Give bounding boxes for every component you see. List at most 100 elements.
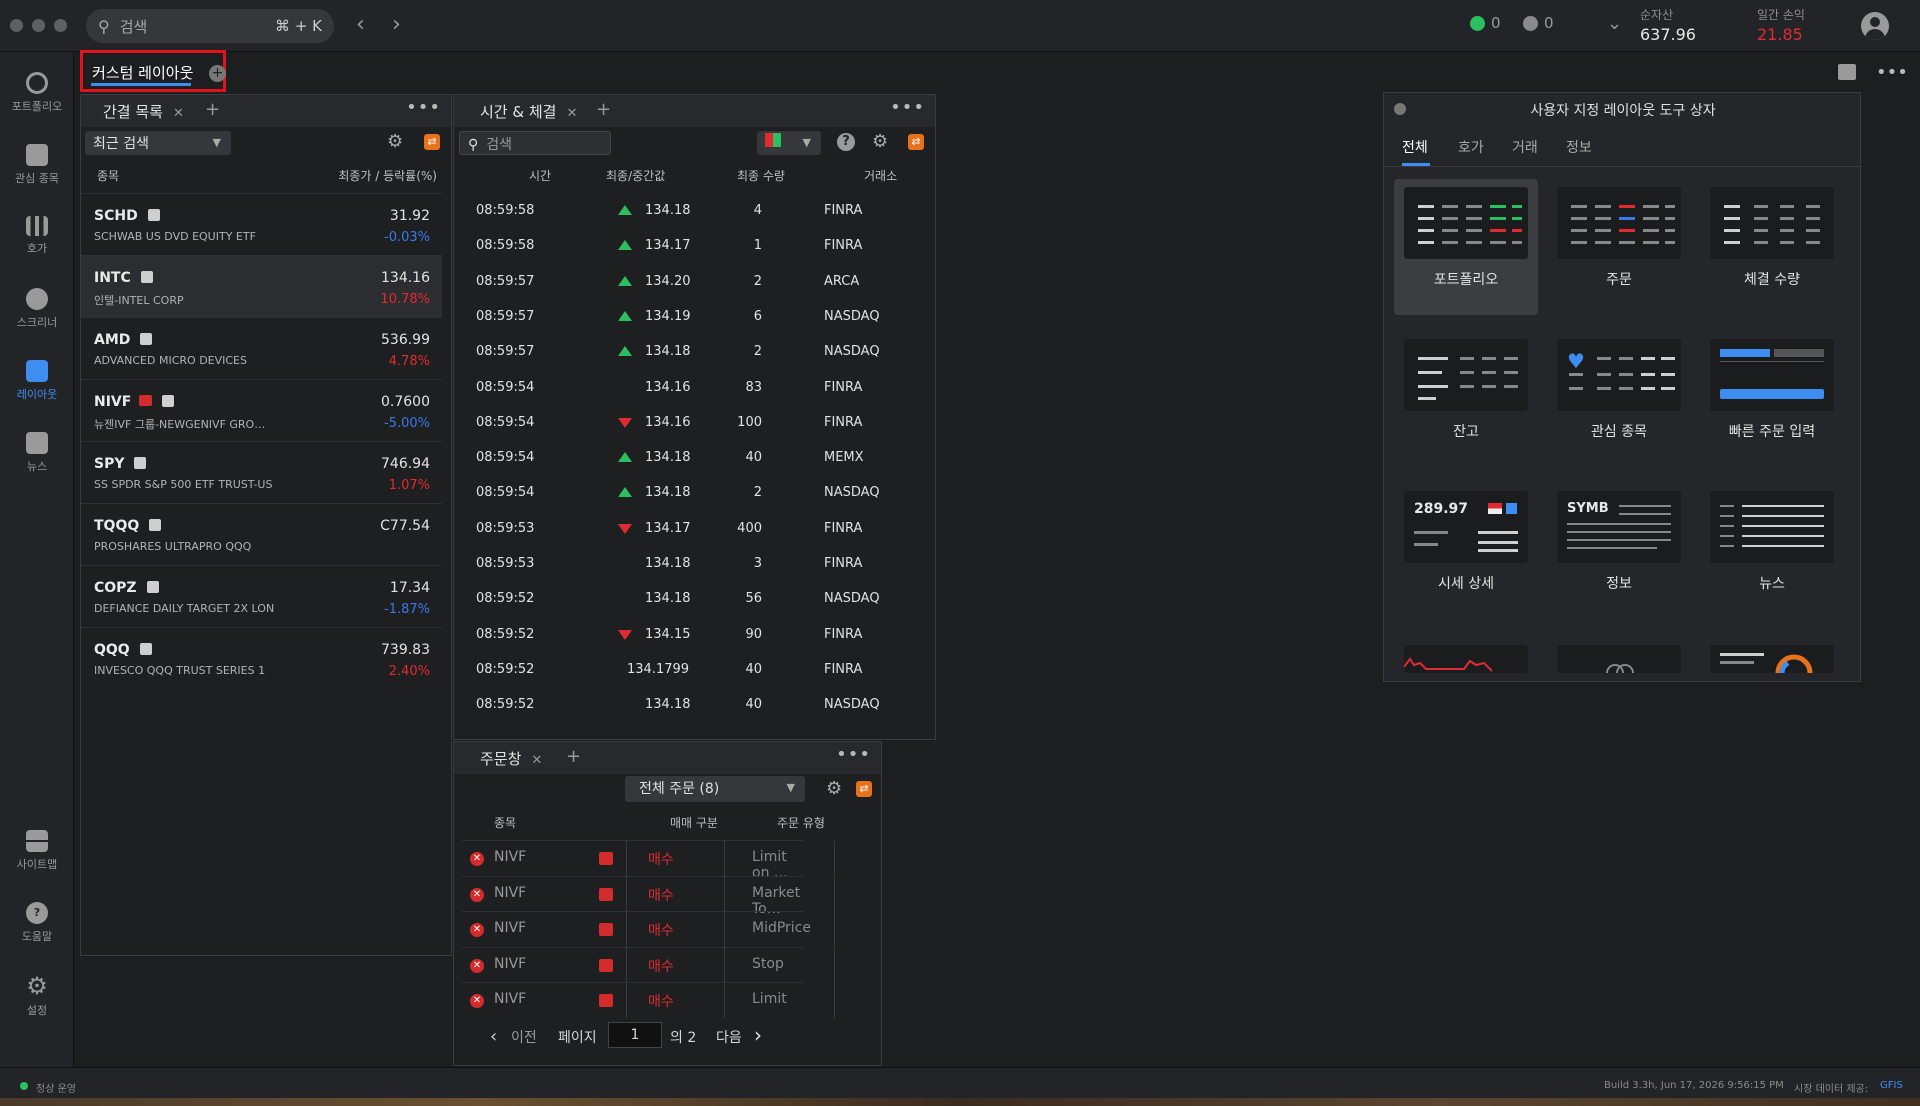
tile-donut-partial[interactable] [1710, 645, 1834, 673]
all-orders-dropdown[interactable]: 전체 주문 (8) ▼ [625, 776, 805, 802]
sidebar-item-news[interactable]: 뉴스 [0, 432, 74, 474]
toolbox-tab-quote[interactable]: 호가 [1458, 137, 1484, 157]
more-options-icon[interactable]: ••• [1876, 62, 1908, 83]
add-tab-icon[interactable]: + [596, 99, 611, 120]
chevron-right-icon[interactable]: › [754, 1023, 762, 1047]
table-row[interactable]: ✕ NIVF 매수 Stop [462, 946, 835, 983]
change-percent: 10.78% [380, 292, 430, 307]
prev-page-button[interactable]: 이전 [511, 1027, 537, 1047]
square-icon [140, 271, 153, 283]
gear-icon[interactable]: ⚙ [872, 133, 890, 151]
list-item[interactable]: QQQ INVESCO QQQ TRUST SERIES 1 739.83 2.40% [81, 627, 442, 689]
gear-icon[interactable]: ⚙ [387, 133, 405, 151]
color-filter-dropdown[interactable]: ▼ [757, 131, 821, 155]
window-minimize-dot[interactable] [32, 19, 45, 32]
sidebar-item-sitemap[interactable]: 사이트맵 [0, 830, 74, 872]
tile-chart-partial[interactable] [1404, 645, 1528, 673]
avatar[interactable] [1861, 12, 1889, 40]
help-icon[interactable]: ? [837, 133, 855, 151]
sidebar-item-watchlist[interactable]: 관심 종목 [0, 144, 74, 186]
tile-gauge-partial[interactable] [1557, 645, 1681, 673]
sidebar-item-help[interactable]: ? 도움말 [0, 902, 74, 944]
cancel-order-icon[interactable]: ✕ [470, 994, 484, 1008]
tab-orders[interactable]: 주문창 ✕ [480, 748, 542, 769]
add-tab-icon[interactable]: + [205, 99, 220, 120]
exchange-badge-icon [599, 994, 613, 1007]
data-provider-link[interactable]: GFIS [1880, 1080, 1903, 1091]
table-row[interactable]: ✕ NIVF 매수 Limit on … [462, 840, 835, 881]
order-type: MidPrice [752, 920, 812, 936]
table-row[interactable]: ✕ NIVF 매수 MidPrice [462, 911, 835, 947]
tile-quick-order[interactable]: 빠른 주문 입력 [1700, 331, 1844, 467]
toolbox-tab-all[interactable]: 전체 [1402, 137, 1428, 157]
forward-arrow-icon[interactable]: › [392, 12, 401, 37]
last-price: C77.54 [380, 518, 430, 534]
add-tab-icon[interactable]: + [566, 746, 581, 767]
tile-orders[interactable]: 주문 [1547, 179, 1691, 315]
list-item[interactable]: SCHD SCHWAB US DVD EQUITY ETF 31.92 -0.03% [81, 193, 442, 255]
check-status-indicator[interactable]: 0 [1523, 14, 1554, 32]
list-item[interactable]: SPY SS SPDR S&P 500 ETF TRUST-US 746.94 1.0… [81, 441, 442, 503]
cancel-order-icon[interactable]: ✕ [470, 958, 484, 973]
sidebar-item-screener[interactable]: 스크리너 [0, 288, 74, 330]
time-sales-panel-header: 시간 & 체결 ✕ + ••• [454, 95, 935, 127]
trade-quantity: 40 [745, 450, 762, 466]
badge-icon [1506, 503, 1517, 514]
gear-icon[interactable]: ⚙ [826, 780, 844, 798]
tile-watchlist[interactable]: ♥ 관심 종목 [1547, 331, 1691, 467]
more-options-icon[interactable]: ••• [836, 744, 871, 765]
tab-watchlist[interactable]: 간결 목록 ✕ [103, 101, 184, 122]
close-icon[interactable]: ✕ [173, 106, 184, 121]
tile-info[interactable]: SYMB 정보 [1547, 483, 1691, 619]
orders-thumbnail [1557, 187, 1681, 259]
link-icon[interactable]: ⇄ [424, 134, 440, 150]
list-item[interactable]: NIVF 뉴젠IVF 그룹-NEWGENIVF GRO… 0.7600 -5.00% [81, 379, 442, 441]
chevron-down-icon[interactable]: ⌄ [1607, 13, 1622, 34]
chevron-left-icon[interactable]: ‹ [490, 1026, 497, 1047]
add-layout-icon[interactable]: + [209, 65, 226, 82]
table-row: 08:59:57 134.20 2 ARCA [454, 264, 859, 299]
sidebar-item-settings[interactable]: ⚙ 설정 [0, 974, 74, 1018]
recent-search-dropdown[interactable]: 최근 검색 ▼ [85, 131, 231, 155]
tile-trade-volume[interactable]: 체결 수량 [1700, 179, 1844, 315]
more-options-icon[interactable]: ••• [890, 97, 925, 118]
tab-time-sales[interactable]: 시간 & 체결 ✕ [480, 101, 577, 122]
sidebar-item-quote[interactable]: 호가 [0, 216, 74, 256]
tile-news[interactable]: 뉴스 [1700, 483, 1844, 619]
toolbox-tab-info[interactable]: 정보 [1566, 137, 1592, 157]
table-row[interactable]: ✕ NIVF 매수 Market To… [462, 875, 835, 917]
tile-quote-detail[interactable]: 289.97 시세 상세 [1394, 483, 1538, 619]
folder-icon[interactable] [1838, 64, 1856, 80]
next-page-button[interactable]: 다음 [716, 1027, 742, 1047]
more-options-icon[interactable]: ••• [406, 97, 441, 118]
sidebar-item-layout[interactable]: 레이아웃 [0, 360, 74, 402]
table-row[interactable]: ✕ NIVF 매수 Limit [462, 982, 835, 1018]
list-item[interactable]: TQQQ PROSHARES ULTRAPRO QQQ C77.54 [81, 503, 442, 565]
tile-balance[interactable]: 잔고 [1394, 331, 1538, 467]
global-search-input[interactable]: ⚲ 검색 ⌘ + K [86, 9, 334, 43]
close-icon[interactable]: ✕ [531, 753, 542, 768]
green-status-indicator[interactable]: 0 [1470, 14, 1501, 32]
check-circle-icon [1523, 15, 1538, 31]
link-icon[interactable]: ⇄ [908, 134, 924, 150]
time-sales-search-input[interactable]: ⚲ 검색 [459, 131, 611, 155]
sidebar-item-portfolio[interactable]: 포트폴리오 [0, 72, 74, 114]
back-arrow-icon[interactable]: ‹ [356, 12, 365, 37]
link-icon[interactable]: ⇄ [856, 781, 872, 797]
company-name: ADVANCED MICRO DEVICES [94, 354, 247, 367]
list-item[interactable]: INTC 인텔-INTEL CORP 134.16 10.78% [81, 255, 442, 317]
cancel-order-icon[interactable]: ✕ [470, 852, 484, 866]
toolbox-tab-trade[interactable]: 거래 [1512, 137, 1538, 157]
window-close-dot[interactable] [10, 19, 23, 32]
exchange-badge-icon [599, 958, 613, 972]
cancel-order-icon[interactable]: ✕ [470, 923, 484, 937]
window-zoom-dot[interactable] [54, 19, 67, 32]
list-item[interactable]: AMD ADVANCED MICRO DEVICES 536.99 4.78% [81, 317, 442, 379]
tab-custom-layout[interactable]: 커스텀 레이아웃 + [80, 50, 226, 92]
cancel-order-icon[interactable]: ✕ [470, 887, 484, 902]
tile-portfolio[interactable]: 포트폴리오 [1394, 179, 1538, 315]
table-row: 08:59:52 134.1799 40 FINRA [454, 652, 862, 687]
list-item[interactable]: COPZ DEFIANCE DAILY TARGET 2X LON 17.34 -1.… [81, 565, 442, 627]
close-icon[interactable]: ✕ [566, 106, 577, 121]
page-number-input[interactable]: 1 [608, 1022, 662, 1048]
